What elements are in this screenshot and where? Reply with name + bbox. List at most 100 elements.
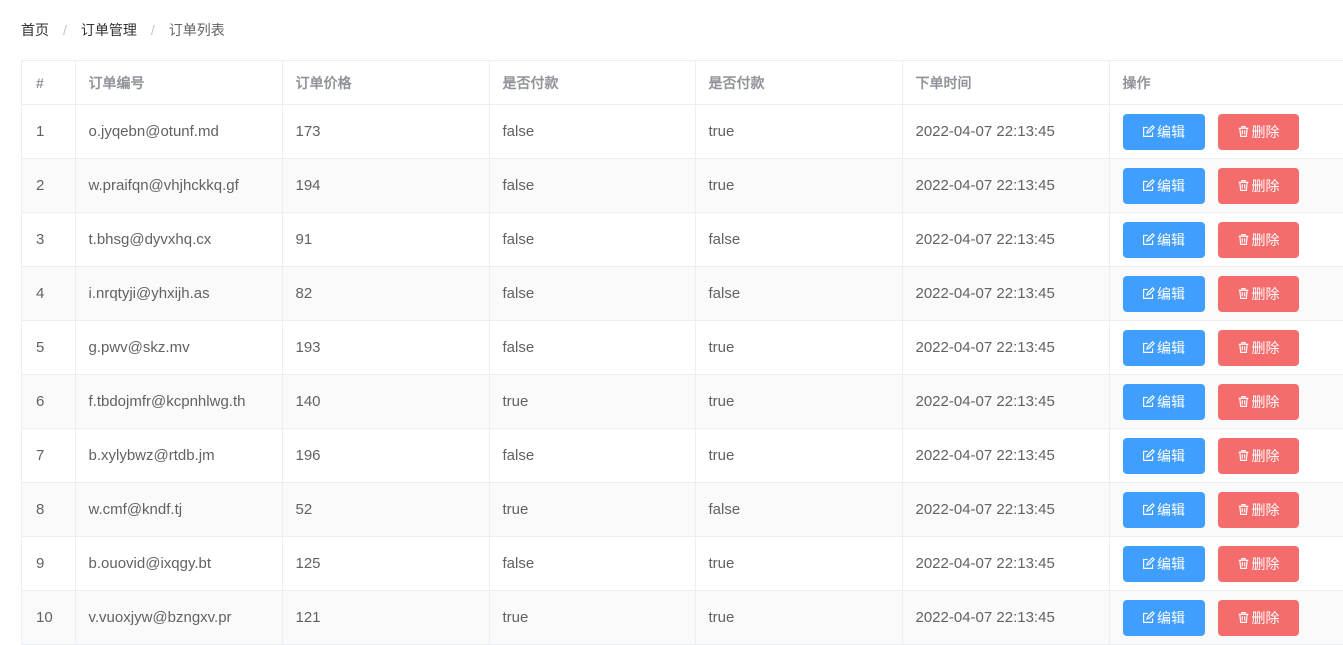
cell-index: 6: [22, 374, 76, 429]
cell-order-number: b.ouovid@ixqgy.bt: [75, 536, 283, 591]
breadcrumb: 首页 / 订单管理 / 订单列表: [21, 20, 225, 40]
table-header-row: # 订单编号 订单价格 是否付款 是否付款 下单时间 操作: [22, 61, 1343, 105]
edit-button[interactable]: 编辑: [1122, 167, 1205, 204]
delete-button-label: 删除: [1251, 393, 1280, 410]
cell-index: 9: [22, 536, 76, 591]
breadcrumb-separator: /: [150, 22, 155, 38]
cell-order-price: 125: [282, 536, 490, 591]
edit-button[interactable]: 编辑: [1122, 437, 1205, 474]
header-is-paid-2: 是否付款: [695, 61, 903, 105]
trash-icon: [1237, 395, 1252, 408]
cell-actions: 编辑 删除: [1109, 320, 1343, 375]
cell-index: 2: [22, 158, 76, 213]
cell-actions: 编辑 删除: [1109, 212, 1343, 267]
edit-button[interactable]: 编辑: [1122, 275, 1205, 312]
edit-button[interactable]: 编辑: [1122, 599, 1205, 636]
delete-button[interactable]: 删除: [1217, 113, 1299, 150]
cell-order-time: 2022-04-07 22:13:45: [902, 104, 1110, 159]
table-row: 7 b.xylybwz@rtdb.jm 196 false true 2022-04-07…: [22, 428, 1343, 483]
cell-actions: 编辑 删除: [1109, 428, 1343, 483]
cell-is-paid: false: [489, 266, 696, 321]
cell-is-paid-2: false: [695, 266, 903, 321]
cell-is-paid-2: true: [695, 536, 903, 591]
cell-is-paid-2: true: [695, 428, 903, 483]
cell-actions: 编辑 删除: [1109, 590, 1343, 645]
cell-index: 4: [22, 266, 76, 321]
order-table: # 订单编号 订单价格 是否付款 是否付款 下单时间 操作 1 o.jyqebn@…: [21, 60, 1343, 645]
edit-button[interactable]: 编辑: [1122, 221, 1205, 258]
delete-button[interactable]: 删除: [1217, 221, 1299, 258]
cell-order-price: 121: [282, 590, 490, 645]
cell-order-number: v.vuoxjyw@bzngxv.pr: [75, 590, 283, 645]
edit-button-label: 编辑: [1157, 501, 1185, 518]
table-row: 8 w.cmf@kndf.tj 52 true false 2022-04-07 22:1…: [22, 482, 1343, 537]
cell-actions: 编辑 删除: [1109, 266, 1343, 321]
table-row: 2 w.praifqn@vhjhckkq.gf 194 false true 2022-0…: [22, 158, 1343, 213]
cell-order-price: 140: [282, 374, 490, 429]
edit-icon: [1142, 503, 1157, 516]
edit-button[interactable]: 编辑: [1122, 383, 1205, 420]
table-row: 3 t.bhsg@dyvxhq.cx 91 false false 2022-04-07 …: [22, 212, 1343, 267]
cell-is-paid: true: [489, 374, 696, 429]
header-order-price: 订单价格: [282, 61, 490, 105]
delete-button-label: 删除: [1251, 177, 1280, 194]
cell-is-paid: false: [489, 212, 696, 267]
breadcrumb-order-list: 订单列表: [168, 22, 225, 38]
trash-icon: [1237, 287, 1252, 300]
edit-icon: [1142, 611, 1157, 624]
edit-button[interactable]: 编辑: [1122, 329, 1205, 366]
delete-button[interactable]: 删除: [1217, 599, 1299, 636]
edit-icon: [1142, 449, 1157, 462]
cell-is-paid: false: [489, 428, 696, 483]
cell-is-paid-2: true: [695, 590, 903, 645]
delete-button-label: 删除: [1251, 339, 1280, 356]
delete-button[interactable]: 删除: [1217, 329, 1299, 366]
delete-button[interactable]: 删除: [1217, 167, 1299, 204]
delete-button-label: 删除: [1251, 447, 1280, 464]
trash-icon: [1237, 503, 1252, 516]
cell-is-paid: false: [489, 536, 696, 591]
cell-order-number: g.pwv@skz.mv: [75, 320, 283, 375]
table-row: 5 g.pwv@skz.mv 193 false true 2022-04-07 22:1…: [22, 320, 1343, 375]
cell-is-paid: false: [489, 104, 696, 159]
cell-order-number: i.nrqtyji@yhxijh.as: [75, 266, 283, 321]
cell-index: 10: [22, 590, 76, 645]
edit-icon: [1142, 557, 1157, 570]
edit-button[interactable]: 编辑: [1122, 545, 1205, 582]
delete-button[interactable]: 删除: [1217, 275, 1299, 312]
edit-icon: [1142, 287, 1157, 300]
delete-button-label: 删除: [1251, 123, 1280, 140]
header-order-time: 下单时间: [902, 61, 1110, 105]
edit-icon: [1142, 233, 1157, 246]
edit-icon: [1142, 179, 1157, 192]
edit-button-label: 编辑: [1157, 609, 1185, 626]
cell-is-paid-2: true: [695, 158, 903, 213]
cell-is-paid-2: true: [695, 104, 903, 159]
cell-is-paid: false: [489, 320, 696, 375]
edit-button-label: 编辑: [1157, 393, 1185, 410]
breadcrumb-home[interactable]: 首页: [21, 20, 49, 40]
trash-icon: [1237, 611, 1252, 624]
cell-actions: 编辑 删除: [1109, 482, 1343, 537]
edit-icon: [1142, 341, 1157, 354]
cell-index: 1: [22, 104, 76, 159]
edit-button[interactable]: 编辑: [1122, 113, 1205, 150]
cell-order-price: 173: [282, 104, 490, 159]
cell-is-paid-2: false: [695, 212, 903, 267]
delete-button[interactable]: 删除: [1217, 545, 1299, 582]
trash-icon: [1237, 557, 1252, 570]
delete-button[interactable]: 删除: [1217, 437, 1299, 474]
cell-order-price: 194: [282, 158, 490, 213]
edit-button-label: 编辑: [1157, 123, 1185, 140]
delete-button-label: 删除: [1251, 285, 1280, 302]
cell-order-time: 2022-04-07 22:13:45: [902, 158, 1110, 213]
edit-button[interactable]: 编辑: [1122, 491, 1205, 528]
header-actions: 操作: [1109, 61, 1343, 105]
delete-button-label: 删除: [1251, 231, 1280, 248]
cell-order-time: 2022-04-07 22:13:45: [902, 590, 1110, 645]
delete-button[interactable]: 删除: [1217, 383, 1299, 420]
delete-button[interactable]: 删除: [1217, 491, 1299, 528]
breadcrumb-order-management[interactable]: 订单管理: [81, 20, 137, 40]
edit-button-label: 编辑: [1157, 339, 1185, 356]
cell-index: 8: [22, 482, 76, 537]
